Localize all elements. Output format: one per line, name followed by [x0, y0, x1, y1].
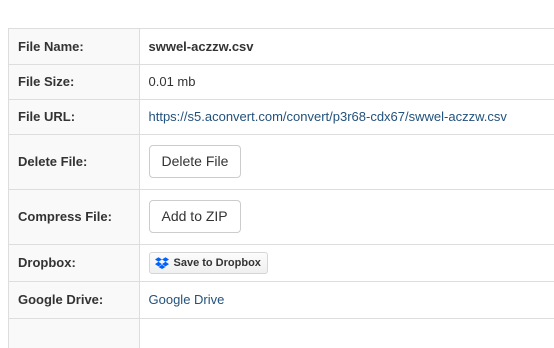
table-row-google-drive: Google Drive: Google Drive — [9, 281, 554, 319]
delete-file-label: Delete File: — [9, 134, 140, 190]
file-url-link[interactable]: https://s5.aconvert.com/convert/p3r68-cd… — [149, 109, 507, 124]
table-row-file-url: File URL: https://s5.aconvert.com/conver… — [9, 99, 554, 135]
table-row-file-name: File Name: swwel-aczzw.csv — [9, 29, 554, 65]
table-row-empty — [9, 318, 554, 348]
file-name-label: File Name: — [9, 29, 140, 65]
file-url-cell: https://s5.aconvert.com/convert/p3r68-cd… — [139, 99, 554, 135]
table-row-dropbox: Dropbox: Save to Dropbox — [9, 244, 554, 282]
dropbox-label: Dropbox: — [9, 244, 140, 282]
file-url-label: File URL: — [9, 99, 140, 135]
compress-file-label: Compress File: — [9, 189, 140, 245]
dropbox-cell: Save to Dropbox — [139, 244, 554, 282]
delete-file-cell: Delete File — [139, 134, 554, 190]
file-info-table: File Name: swwel-aczzw.csv File Size: 0.… — [9, 29, 554, 348]
table-row-delete-file: Delete File: Delete File — [9, 134, 554, 190]
file-name-value: swwel-aczzw.csv — [139, 29, 554, 65]
google-drive-link[interactable]: Google Drive — [149, 292, 225, 307]
add-to-zip-button[interactable]: Add to ZIP — [148, 200, 241, 233]
save-to-dropbox-button[interactable]: Save to Dropbox — [148, 251, 268, 274]
file-size-value: 0.01 mb — [139, 64, 554, 100]
google-drive-label: Google Drive: — [9, 281, 140, 319]
table-row-compress-file: Compress File: Add to ZIP — [9, 189, 554, 245]
compress-file-cell: Add to ZIP — [139, 189, 554, 245]
save-to-dropbox-label: Save to Dropbox — [173, 256, 261, 269]
file-size-label: File Size: — [9, 64, 140, 100]
empty-label-cell — [9, 318, 140, 348]
dropbox-icon — [154, 256, 169, 269]
empty-value-cell — [139, 318, 554, 348]
delete-file-button[interactable]: Delete File — [148, 145, 242, 178]
google-drive-cell: Google Drive — [139, 281, 554, 319]
table-row-file-size: File Size: 0.01 mb — [9, 64, 554, 100]
